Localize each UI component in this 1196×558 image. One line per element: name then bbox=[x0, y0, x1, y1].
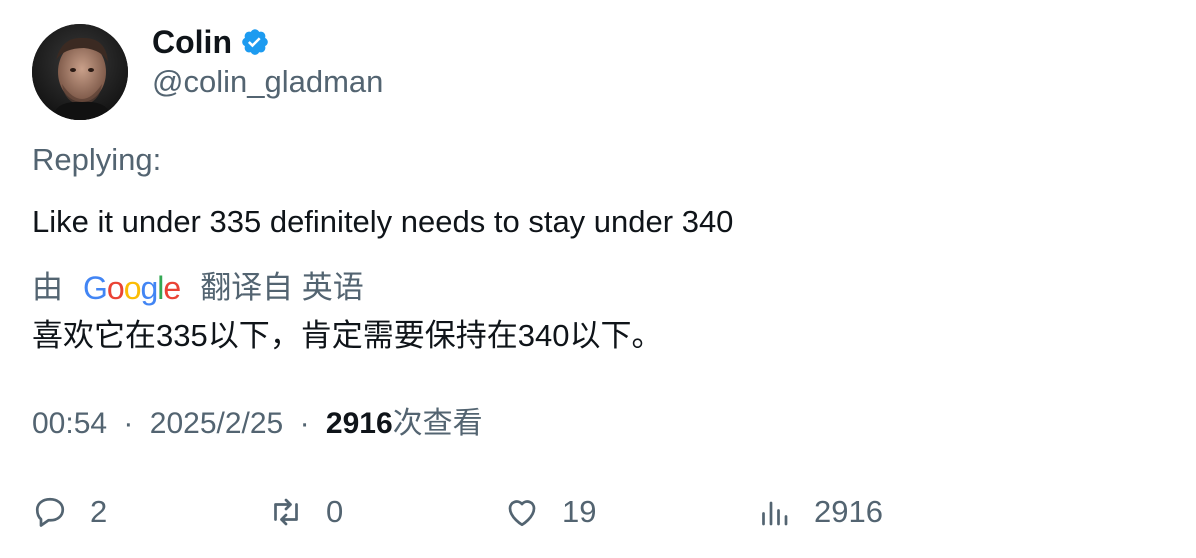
views-label: 次查看 bbox=[392, 407, 483, 440]
retweet-button[interactable]: 0 bbox=[268, 490, 343, 534]
like-count: 19 bbox=[562, 494, 597, 529]
retweet-count: 0 bbox=[326, 494, 344, 529]
views-action-count: 2916 bbox=[814, 494, 883, 529]
like-button[interactable]: 19 bbox=[504, 490, 596, 534]
verified-badge-icon bbox=[240, 27, 270, 57]
tweet-time[interactable]: 00:54 bbox=[32, 407, 107, 440]
retweet-icon bbox=[274, 498, 298, 526]
meta-separator: · bbox=[299, 407, 310, 440]
replying-label: Replying: bbox=[32, 142, 162, 177]
tweet-text: Like it under 335 definitely needs to st… bbox=[32, 204, 734, 239]
views-count: 2916 bbox=[325, 407, 393, 440]
author-name-row[interactable]: Colin bbox=[152, 22, 270, 62]
reply-button[interactable]: 2 bbox=[32, 490, 107, 534]
author-name[interactable]: Colin bbox=[152, 22, 232, 62]
translation-attribution: 由 Google 翻译自 英语 bbox=[32, 268, 364, 308]
views-button[interactable]: 2916 bbox=[756, 490, 883, 534]
translated-text: 喜欢它在335以下，肯定需要保持在340以下。 bbox=[32, 318, 663, 353]
analytics-icon bbox=[762, 501, 788, 526]
google-logo: Google bbox=[83, 270, 181, 306]
translation-suffix: 翻译自 英语 bbox=[200, 270, 364, 305]
translation-prefix: 由 bbox=[32, 270, 63, 305]
meta-separator: · bbox=[123, 407, 134, 440]
reply-icon bbox=[35, 497, 65, 527]
avatar[interactable] bbox=[32, 24, 128, 120]
tweet-date[interactable]: 2025/2/25 bbox=[150, 407, 283, 440]
reply-count: 2 bbox=[90, 494, 108, 529]
avatar-image bbox=[32, 24, 128, 120]
author-handle[interactable]: @colin_gladman bbox=[152, 64, 383, 100]
heart-icon bbox=[508, 500, 536, 527]
tweet-meta: 00:54 · 2025/2/25 · 2916次查看 bbox=[32, 404, 483, 444]
